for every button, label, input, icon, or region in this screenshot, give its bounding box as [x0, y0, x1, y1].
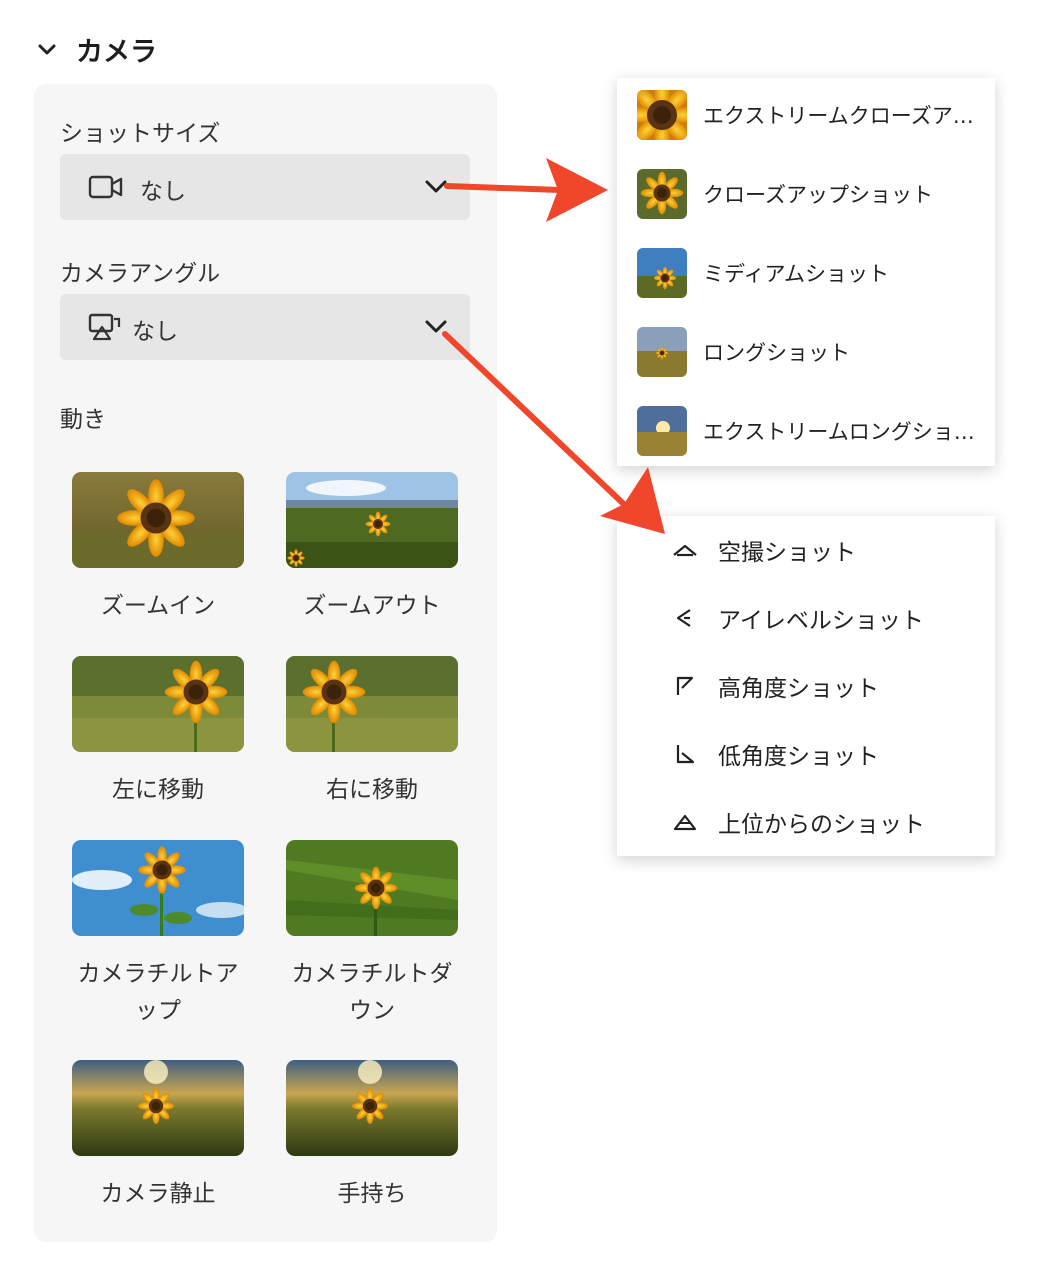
camera-angle-select[interactable]: なし: [60, 294, 470, 360]
menu-item-label: クローズアップショット: [703, 183, 933, 207]
menu-item-label: 空撮ショット: [718, 540, 856, 566]
shot-thumbnail: [637, 327, 687, 377]
menu-item-label: 低角度ショット: [718, 744, 879, 770]
menu-item-label: エクストリームロングショット: [703, 420, 977, 444]
menu-item-extreme-long[interactable]: エクストリームロングショット: [637, 406, 977, 456]
menu-item-label: ミディアムショット: [703, 262, 890, 286]
movement-static[interactable]: カメラ静止: [72, 1060, 244, 1213]
movement-thumbnail: [72, 472, 244, 568]
chevron-down-icon: [425, 320, 447, 333]
aerial-angle-icon: [673, 544, 697, 557]
camera-section-header[interactable]: カメラ: [36, 30, 157, 69]
movement-label: 動き: [60, 407, 106, 433]
camera-angle-menu: 空撮ショット アイレベルショット 高角度ショット 低角度ショット 上位からのショ…: [617, 516, 995, 856]
movement-thumbnail: [72, 1060, 244, 1156]
chevron-down-icon: [425, 180, 447, 193]
section-title: カメラ: [76, 37, 157, 68]
shot-size-value: なし: [140, 179, 186, 205]
movement-thumbnail: [286, 656, 458, 752]
menu-item-label: ロングショット: [703, 341, 850, 365]
high-angle-icon: [676, 676, 694, 695]
movement-label: 手持ち: [337, 1181, 407, 1207]
menu-item-label: アイレベルショット: [718, 608, 924, 634]
movement-thumbnail: [286, 840, 458, 936]
movement-label: 左に移動: [112, 777, 204, 803]
shot-thumbnail: [637, 90, 687, 140]
menu-item-high-angle[interactable]: 高角度ショット: [672, 668, 879, 704]
movement-label: ズームアウト: [303, 593, 441, 619]
video-camera-icon: [88, 175, 123, 199]
chevron-down-icon: [38, 44, 56, 54]
shot-size-select[interactable]: なし: [60, 154, 470, 220]
movement-handheld[interactable]: 手持ち: [286, 1060, 458, 1213]
movement-zoom-out[interactable]: ズームアウト: [286, 472, 458, 625]
menu-item-label: 上位からのショット: [718, 812, 925, 838]
camera-angle-label: カメラアングル: [60, 261, 221, 287]
menu-item-medium[interactable]: ミディアムショット: [637, 248, 889, 298]
movement-label: ズームイン: [100, 593, 216, 619]
movement-pan-left[interactable]: 左に移動: [72, 656, 244, 809]
movement-label: カメラチルトダウン: [291, 961, 453, 1024]
menu-item-extreme-close-up[interactable]: エクストリームクローズアップショット: [637, 90, 977, 140]
movement-tilt-down[interactable]: カメラチルトダウン: [286, 840, 458, 1030]
menu-item-overhead[interactable]: 上位からのショット: [672, 804, 925, 840]
menu-item-aerial[interactable]: 空撮ショット: [672, 532, 856, 568]
menu-item-long[interactable]: ロングショット: [637, 327, 850, 377]
shot-thumbnail: [637, 248, 687, 298]
menu-item-label: 高角度ショット: [718, 676, 879, 702]
camera-angle-icon: [88, 313, 121, 341]
movement-label: カメラチルトアップ: [77, 961, 239, 1024]
overhead-angle-icon: [673, 814, 697, 831]
movement-tilt-up[interactable]: カメラチルトアップ: [72, 840, 244, 1030]
menu-item-eye-level[interactable]: アイレベルショット: [672, 600, 924, 636]
menu-item-close-up[interactable]: クローズアップショット: [637, 169, 933, 219]
movement-pan-right[interactable]: 右に移動: [286, 656, 458, 809]
movement-zoom-in[interactable]: ズームイン: [72, 472, 244, 625]
shot-size-label: ショットサイズ: [60, 121, 221, 147]
shot-thumbnail: [637, 406, 687, 456]
camera-panel: ショットサイズ なし カメラアングル なし 動き ズームイン ズームアウト 左に…: [34, 84, 497, 1242]
movement-thumbnail: [286, 1060, 458, 1156]
eye-level-angle-icon: [676, 609, 691, 627]
shot-thumbnail: [637, 169, 687, 219]
movement-thumbnail: [72, 840, 244, 936]
shot-size-menu: エクストリームクローズアップショット クローズアップショット ミディアムショット…: [617, 78, 995, 466]
movement-thumbnail: [286, 472, 458, 568]
movement-label: カメラ静止: [100, 1181, 216, 1207]
movement-thumbnail: [72, 656, 244, 752]
low-angle-icon: [676, 745, 695, 764]
camera-angle-value: なし: [132, 319, 178, 345]
movement-label: 右に移動: [326, 777, 418, 803]
menu-item-low-angle[interactable]: 低角度ショット: [672, 736, 879, 772]
menu-item-label: エクストリームクローズアップショット: [703, 104, 977, 128]
